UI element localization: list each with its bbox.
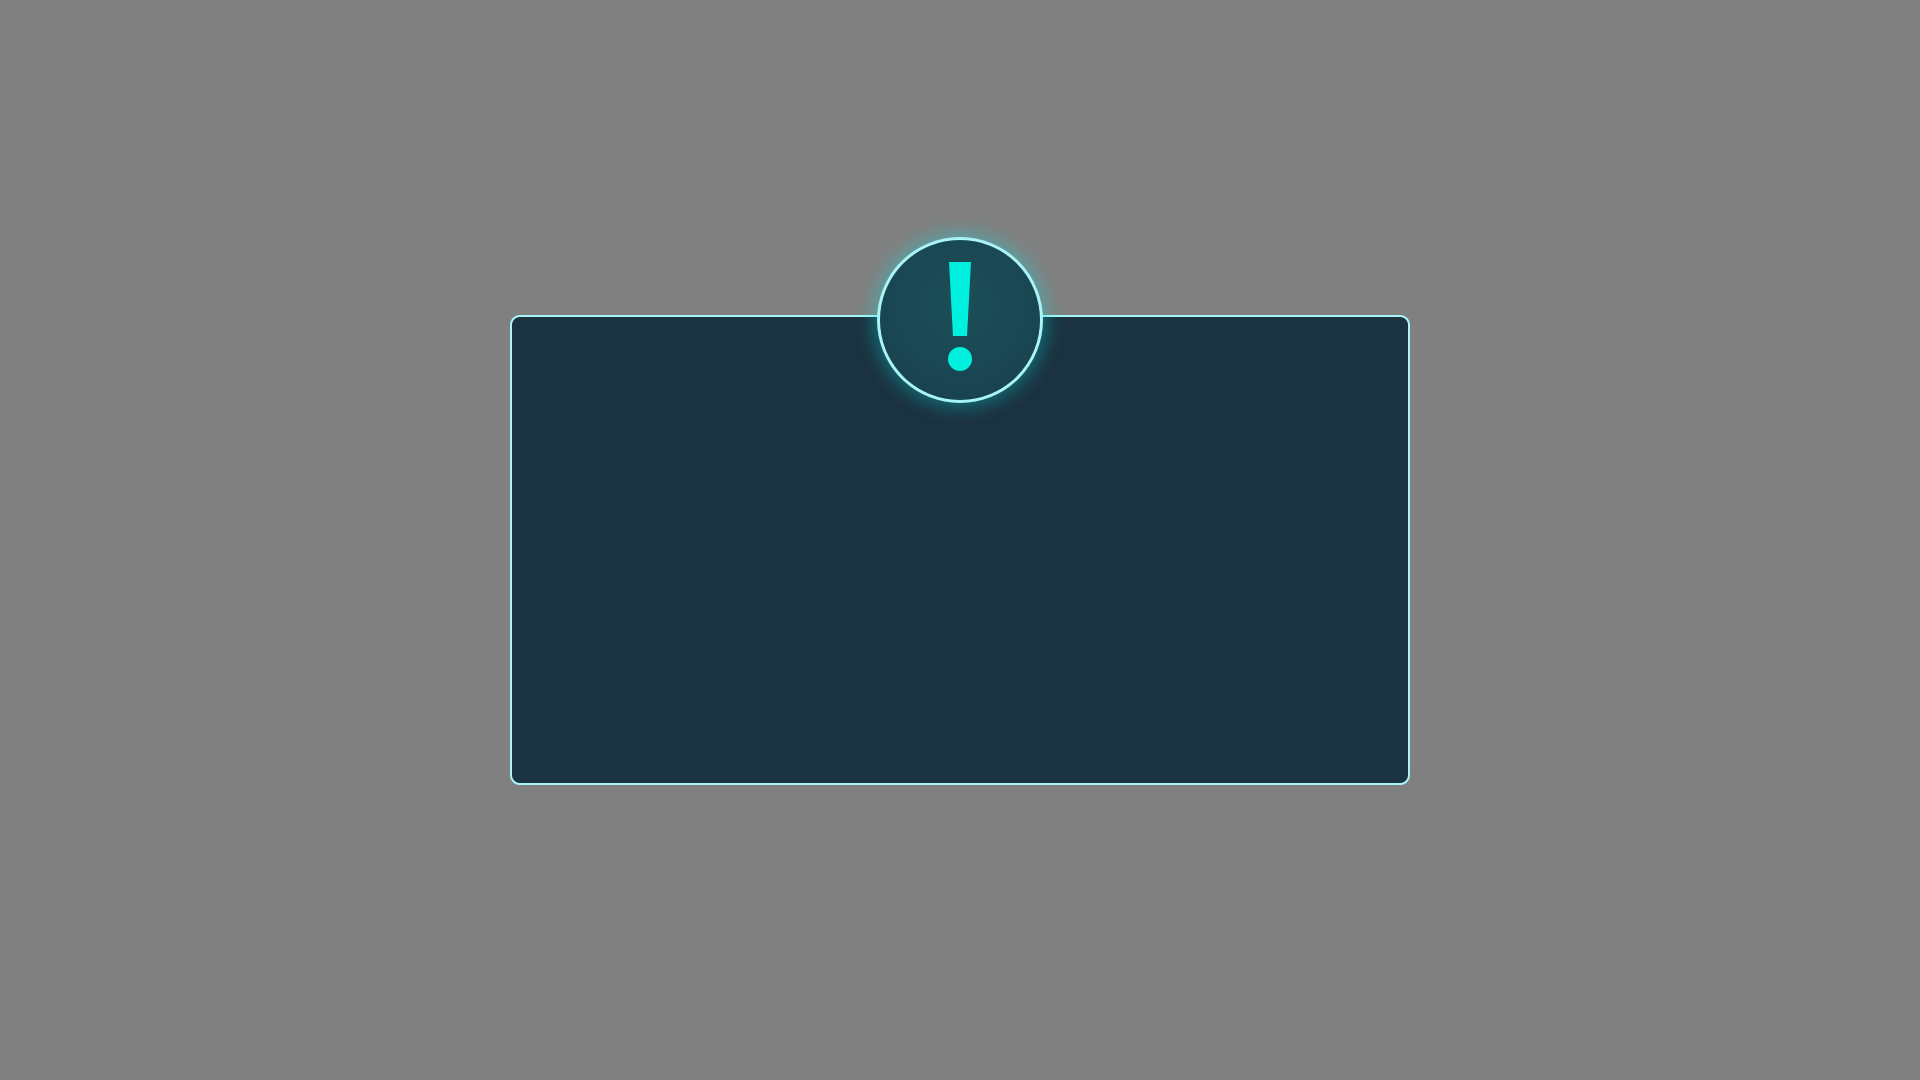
stage <box>0 0 1920 1080</box>
exclamation-icon <box>948 262 972 371</box>
alert-badge <box>877 237 1043 403</box>
